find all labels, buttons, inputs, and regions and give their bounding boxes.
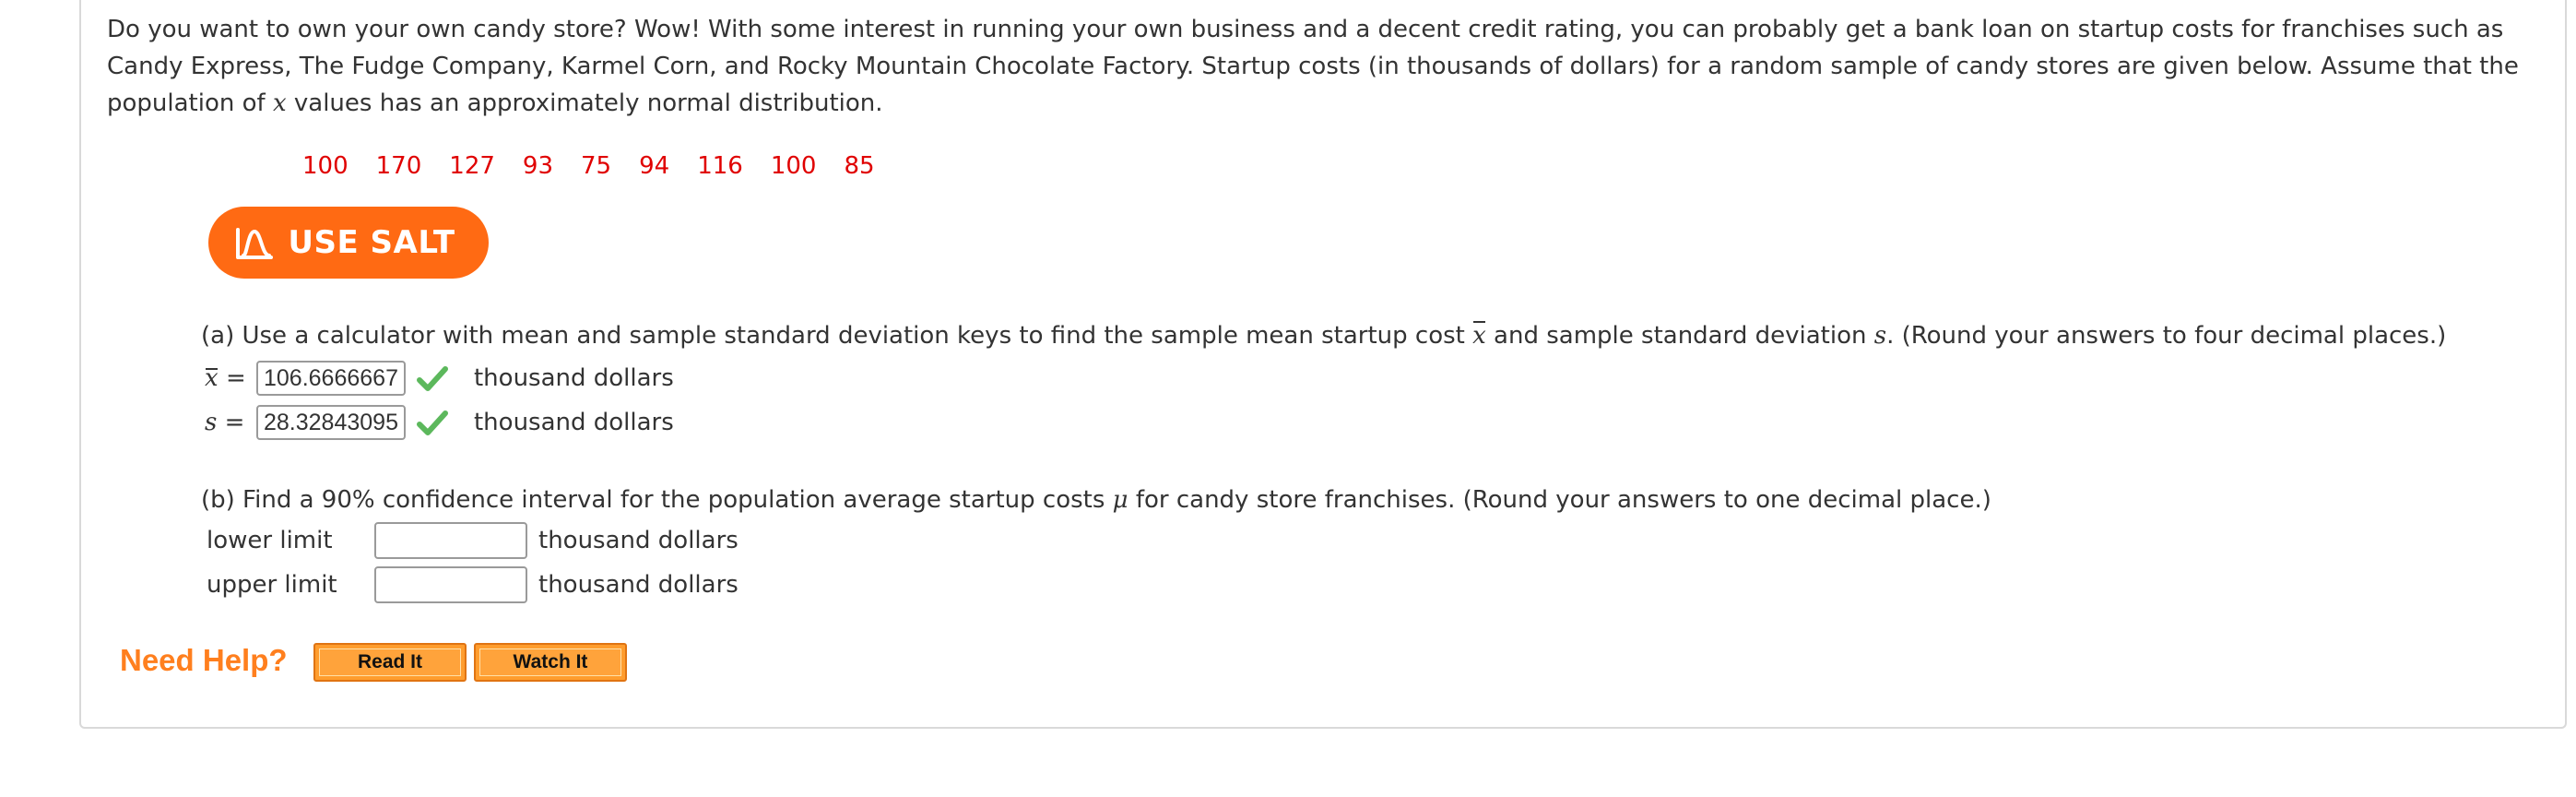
- lower-limit-unit: thousand dollars: [538, 527, 739, 554]
- watch-it-button[interactable]: Watch It: [474, 643, 627, 682]
- check-icon: [416, 410, 448, 435]
- data-values-row: 100 170 127 93 75 94 116 100 85: [302, 148, 903, 184]
- part-a-prompt: (a) Use a calculator with mean and sampl…: [201, 317, 2446, 354]
- upper-limit-label: upper limit: [207, 571, 337, 599]
- upper-limit-input[interactable]: [374, 566, 527, 603]
- data-value: 85: [844, 152, 875, 180]
- part-b-text-2: for candy store franchises. (Round your …: [1128, 486, 1991, 514]
- read-it-label: Read It: [319, 648, 461, 676]
- upper-limit-unit: thousand dollars: [538, 571, 739, 599]
- use-salt-label: USE SALT: [288, 224, 455, 261]
- data-value: 170: [375, 152, 422, 180]
- xbar-symbol: x: [1472, 317, 1486, 354]
- watch-it-label: Watch It: [479, 648, 621, 676]
- lower-limit-label: lower limit: [207, 527, 333, 554]
- problem-statement: Do you want to own your own candy store?…: [107, 11, 2541, 122]
- check-icon: [416, 366, 448, 391]
- variable-x: x: [272, 89, 287, 117]
- data-value: 116: [697, 152, 743, 180]
- mean-answer-row: x = 106.6666667 thousand dollars: [205, 358, 674, 398]
- data-value: 127: [449, 152, 495, 180]
- need-help-label: Need Help?: [120, 643, 288, 677]
- part-a-text-3: . (Round your answers to four decimal pl…: [1886, 322, 2447, 350]
- sd-unit: thousand dollars: [473, 409, 674, 436]
- read-it-button[interactable]: Read It: [313, 643, 467, 682]
- salt-graph-icon: [236, 228, 274, 259]
- intro-text-2: values has an approximately normal distr…: [286, 89, 883, 117]
- data-value: 100: [770, 152, 817, 180]
- s-symbol: s: [205, 409, 218, 436]
- equals-sign: =: [225, 364, 246, 392]
- xbar-symbol: x: [205, 364, 219, 392]
- part-a-text-1: (a) Use a calculator with mean and sampl…: [201, 322, 1473, 350]
- part-a-text-2: and sample standard deviation: [1485, 322, 1874, 350]
- data-value: 93: [522, 152, 554, 180]
- mean-label: x =: [205, 364, 256, 392]
- data-value: 75: [581, 152, 612, 180]
- equals-sign: =: [224, 409, 245, 436]
- data-value: 100: [302, 152, 349, 180]
- data-value: 94: [639, 152, 670, 180]
- sd-answer-row: s = 28.32843095 thousand dollars: [205, 402, 674, 443]
- s-symbol: s: [1873, 322, 1887, 350]
- use-salt-button[interactable]: USE SALT: [208, 207, 489, 279]
- sd-label: s =: [205, 409, 256, 436]
- part-b-prompt: (b) Find a 90% confidence interval for t…: [201, 482, 1991, 518]
- mu-symbol: μ: [1112, 486, 1128, 514]
- mean-unit: thousand dollars: [473, 364, 674, 392]
- lower-limit-input[interactable]: [374, 522, 527, 559]
- sd-answer-field[interactable]: 28.32843095: [256, 405, 406, 440]
- part-b-text-1: (b) Find a 90% confidence interval for t…: [201, 486, 1113, 514]
- mean-answer-field[interactable]: 106.6666667: [256, 361, 406, 396]
